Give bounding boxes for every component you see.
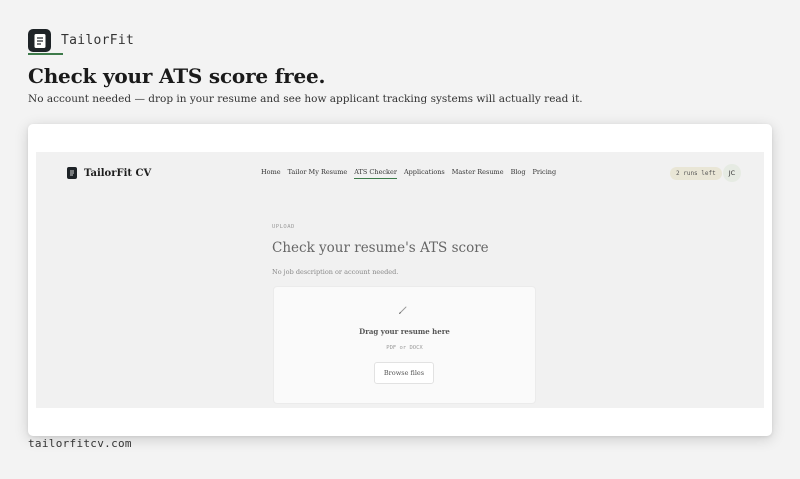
upload-subtitle: No job description or account needed. — [272, 268, 399, 276]
main-nav: Home Tailor My Resume ATS Checker Applic… — [261, 168, 563, 179]
runs-left-badge: 2 runs left — [670, 167, 722, 180]
hero-subtitle: No account needed — drop in your resume … — [28, 93, 583, 105]
brand-underline — [28, 53, 63, 55]
resume-dropzone[interactable]: Drag your resume here PDF or DOCX Browse… — [273, 286, 536, 404]
browse-files-button[interactable]: Browse files — [374, 362, 434, 384]
nav-item-ats-checker[interactable]: ATS Checker — [354, 168, 397, 179]
resume-logo-icon — [67, 167, 77, 179]
section-eyebrow: UPLOAD — [272, 224, 295, 230]
nav-item-master-resume[interactable]: Master Resume — [452, 168, 504, 179]
avatar[interactable]: JC — [723, 164, 741, 182]
upload-title: Check your resume's ATS score — [272, 240, 489, 256]
hero-title: Check your ATS score free. — [28, 64, 326, 88]
app-logo[interactable]: TailorFit CV — [67, 167, 151, 179]
brand-name: TailorFit — [61, 33, 135, 48]
dropzone-title: Drag your resume here — [359, 327, 450, 336]
app-window: TailorFit CV Home Tailor My Resume ATS C… — [36, 152, 764, 408]
brand: TailorFit — [28, 29, 134, 52]
file-types-hint: PDF or DOCX — [386, 345, 423, 351]
nav-item-applications[interactable]: Applications — [404, 168, 445, 179]
pencil-icon — [399, 306, 407, 314]
footer-url[interactable]: tailorfitcv.com — [28, 437, 132, 450]
nav-item-blog[interactable]: Blog — [511, 168, 526, 179]
screenshot-frame: TailorFit CV Home Tailor My Resume ATS C… — [28, 124, 772, 436]
nav-item-home[interactable]: Home — [261, 168, 281, 179]
resume-document-icon — [28, 29, 51, 52]
nav-item-tailor-my-resume[interactable]: Tailor My Resume — [288, 168, 348, 179]
app-logo-text: TailorFit CV — [84, 167, 152, 179]
nav-item-pricing[interactable]: Pricing — [533, 168, 557, 179]
